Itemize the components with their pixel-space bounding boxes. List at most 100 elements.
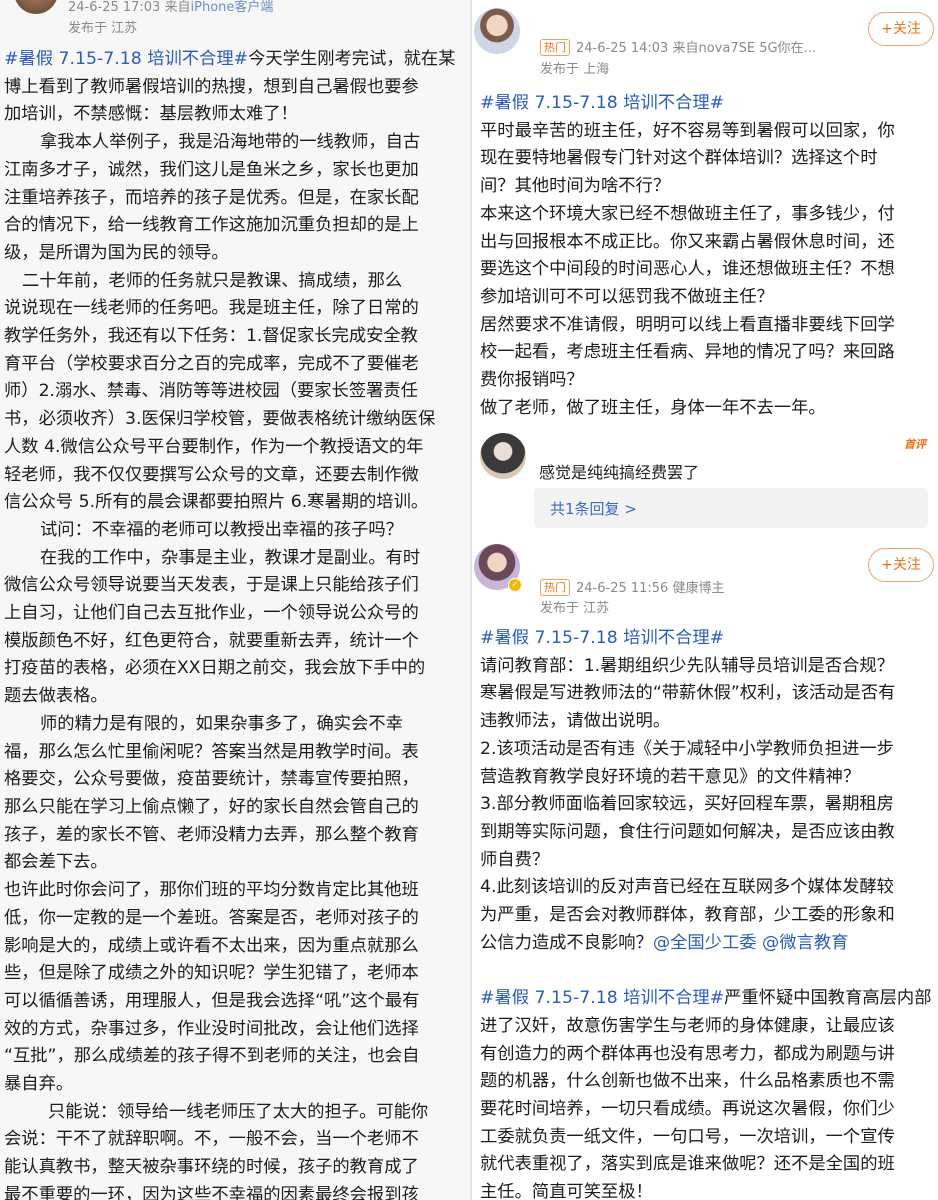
text-segment: 有创造力的两个群体再也没有思考力，都成为刷题与讲 <box>480 1043 895 1064</box>
text-line: 题去做表格。 <box>4 683 466 711</box>
post-location: 发布于 上海 <box>540 62 610 77</box>
text-segment: 违教师法，请做出说明。 <box>480 711 671 732</box>
text-segment: 上自习，让他们自己去互批作业，一个领导说公众号的 <box>4 603 419 624</box>
text-segment: “互批”，那么成绩差的孩子得不到老师的关注，也会自 <box>4 1046 420 1067</box>
text-line: 模版颜色不好，红色更符合，就要重新去弄，统计一个 <box>4 628 466 656</box>
text-line: 居然要求不准请假，明明可以线上看直播非要线下回学 <box>480 312 934 340</box>
text-line: 最不重要的一环，因为这些不幸福的因素最终会报到孩 <box>4 1182 466 1200</box>
avatar[interactable] <box>474 8 520 54</box>
text-line: 二十年前，老师的任务就只是教课、搞成绩，那么 <box>4 268 466 296</box>
text-line: 轻老师，我不仅仅要撰写公众号的文章，还要去制作微 <box>4 462 466 490</box>
text-line: 注重培养孩子，而培养的孩子是优秀。但是，在家长配 <box>4 185 466 213</box>
text-segment: 级，是所谓为国为民的领导。 <box>4 242 229 263</box>
text-segment: 严重怀疑中国教育高层内部 <box>724 988 932 1009</box>
text-segment: 就代表重视了，落实到底是谁来做呢？还不是全国的班 <box>480 1154 895 1175</box>
text-segment: 说说现在一线老师的任务吧。我是班主任，除了日常的 <box>4 298 419 319</box>
post-text: #暑假 7.15-7.18 培训不合理# 平时最辛苦的班主任，好不容易等到暑假可以… <box>480 90 934 422</box>
text-segment: 打疫苗的表格，必须在XX日期之前交，我会放下手中的 <box>4 658 426 679</box>
text-line: 低，你一定教的是一个差班。答案是否，老师对孩子的 <box>4 905 466 933</box>
avatar[interactable] <box>14 0 58 14</box>
text-line: 师自费？ <box>480 847 934 875</box>
text-segment: 模版颜色不好，红色更符合，就要重新去弄，统计一个 <box>4 630 419 651</box>
text-segment: 孩子，差的家长不管、老师没精力去弄，那么整个教育 <box>4 824 419 845</box>
topic-tag-link[interactable]: #暑假 7.15-7.18 培训不合理# <box>4 49 248 69</box>
text-segment: 那么只能在学习上偷点懒了，好的家长自然会管自己的 <box>4 796 419 817</box>
text-line: 格要交，公众号要做，疫苗要统计，禁毒宣传要拍照， <box>4 766 466 794</box>
text-line: 参加培训可不可以惩罚我不做班主任？ <box>480 284 934 312</box>
text-line: #暑假 7.15-7.18 培训不合理# <box>480 625 934 653</box>
topic-tag-link[interactable]: #暑假 7.15-7.18 培训不合理# <box>480 988 724 1008</box>
text-line: 影响是大的，成绩上或许看不太出来，因为重点就那么 <box>4 933 466 961</box>
text-segment: 合的情况下，给一线教育工作这施加沉重负担却的是上 <box>4 215 419 236</box>
text-segment: 微信公众号领导说要当天发表，于是课上只能给孩子们 <box>4 575 419 596</box>
text-line: 费你报销吗？ <box>480 367 934 395</box>
reply-box[interactable]: 共1条回复 > <box>534 488 928 528</box>
text-line: #暑假 7.15-7.18 培训不合理#严重怀疑中国教育高层内部 <box>480 985 934 1013</box>
text-line: 试问：不幸福的老师可以教授出幸福的孩子吗？ <box>4 517 466 545</box>
text-line: 孩子，差的家长不管、老师没精力去弄，那么整个教育 <box>4 822 466 850</box>
text-segment: 4.此刻该培训的反对声音已经在互联网多个媒体发酵较 <box>480 877 894 898</box>
text-line: 能认真教书，整天被杂事环绕的时候，孩子的教育成了 <box>4 1154 466 1182</box>
text-line: 进了汉奸，故意伤害学生与老师的身体健康，让最应该 <box>480 1013 934 1041</box>
text-segment: 教学任务外，我还有以下任务：1.督促家长完成安全教 <box>4 326 418 347</box>
text-segment: 现在要特地暑假专门针对这个群体培训？选择这个时 <box>480 148 878 169</box>
verified-icon: ✓ <box>508 578 522 592</box>
text-line: 请问教育部：1.暑期组织少先队辅导员培训是否合规？ <box>480 653 934 681</box>
text-line: 师的精力是有限的，如果杂事多了，确实会不幸 <box>4 711 466 739</box>
text-line: 都会差下去。 <box>4 849 466 877</box>
text-segment: 工委就负责一纸文件，一句口号，一次培训，一个宣传 <box>480 1126 895 1147</box>
mention-tag-link[interactable]: @全国少工委 @微言教育 <box>653 933 849 953</box>
text-line: 4.此刻该培训的反对声音已经在互联网多个媒体发酵较 <box>480 874 934 902</box>
text-line: 3.部分教师面临着回家较远，买好回程车票，暑期租房 <box>480 791 934 819</box>
text-line: 上自习，让他们自己去互批作业，一个领导说公众号的 <box>4 600 466 628</box>
text-line: 违教师法，请做出说明。 <box>480 708 934 736</box>
topic-tag-link[interactable]: #暑假 7.15-7.18 培训不合理# <box>480 93 724 113</box>
text-line: 寒暑假是写进教师法的“带薪休假”权利，该活动是否有 <box>480 680 934 708</box>
text-line: 人数 4.微信公众号平台要制作，作为一个教授语文的年 <box>4 434 466 462</box>
text-line: 江南多才子，诚然，我们这儿是鱼米之乡，家长也更加 <box>4 157 466 185</box>
left-post: 24-6-25 17:03 来自iPhone客户端 发布于 江苏 #暑假 7.1… <box>0 0 470 1200</box>
text-segment: 些，但是除了成绩之外的知识呢？学生犯错了，老师本 <box>4 963 419 984</box>
text-segment: 要选这个中间段的时间恶心人，谁还想做班主任？不想 <box>480 259 895 280</box>
text-line: 平时最辛苦的班主任，好不容易等到暑假可以回家，你 <box>480 118 934 146</box>
timestamp: 24-6-25 11:56 <box>576 581 669 596</box>
text-line: 那么只能在学习上偷点懒了，好的家长自然会管自己的 <box>4 794 466 822</box>
source-client: 健康博主 <box>672 581 725 596</box>
text-line: 有创造力的两个群体再也没有思考力，都成为刷题与讲 <box>480 1041 934 1069</box>
text-segment: 平时最辛苦的班主任，好不容易等到暑假可以回家，你 <box>480 120 895 141</box>
text-line: 加培训，不禁感慨：基层教师太难了！ <box>4 101 466 129</box>
text-segment: 江南多才子，诚然，我们这儿是鱼米之乡，家长也更加 <box>4 159 419 180</box>
text-line: 也许此时你会问了，那你们班的平均分数肯定比其他班 <box>4 877 466 905</box>
post-meta: 24-6-25 17:03 来自iPhone客户端 <box>68 0 273 15</box>
text-segment: 效的方式，杂事过多，作业没时间批改，会让他们选择 <box>4 1018 419 1039</box>
text-segment: 师的精力是有限的，如果杂事多了，确实会不幸 <box>40 713 403 734</box>
follow-button[interactable]: +关注 <box>868 12 934 46</box>
text-line: 书，必须收齐）3.医保归学校管，要做表格统计缴纳医保 <box>4 406 466 434</box>
text-line: 博上看到了教师暑假培训的热搜，想到自己暑假也要参 <box>4 74 466 102</box>
text-line: 本来这个环境大家已经不想做班主任了，事多钱少，付 <box>480 201 934 229</box>
text-segment: 3.部分教师面临着回家较远，买好回程车票，暑期租房 <box>480 794 894 815</box>
text-segment: 为严重，是否会对教师群体，教育部，少工委的形象和 <box>480 905 895 926</box>
text-line: 会说：干不了就辞职啊。不，一般不会，当一个老师不 <box>4 1126 466 1154</box>
text-line: 做了老师，做了班主任，身体一年不去一年。 <box>480 395 934 423</box>
topic-tag-link[interactable]: #暑假 7.15-7.18 培训不合理# <box>480 628 724 648</box>
text-segment: 2.该项活动是否有违《关于减轻中小学教师负担进一步 <box>480 738 894 759</box>
text-segment: 暴自弃。 <box>4 1074 74 1095</box>
text-line: 打疫苗的表格，必须在XX日期之前交，我会放下手中的 <box>4 655 466 683</box>
hot-badge: 热门 <box>540 579 570 596</box>
view-replies-link[interactable]: 共1条回复 > <box>550 498 637 519</box>
avatar[interactable] <box>480 433 526 479</box>
text-line: 2.该项活动是否有违《关于减轻中小学教师负担进一步 <box>480 736 934 764</box>
source-client[interactable]: iPhone客户端 <box>191 0 274 15</box>
text-segment: 低，你一定教的是一个差班。答案是否，老师对孩子的 <box>4 907 419 928</box>
text-segment: 书，必须收齐）3.医保归学校管，要做表格统计缴纳医保 <box>4 409 436 430</box>
text-segment: 居然要求不准请假，明明可以线上看直播非要线下回学 <box>480 314 895 335</box>
text-line: 暴自弃。 <box>4 1071 466 1099</box>
text-segment: 做了老师，做了班主任，身体一年不去一年。 <box>480 397 826 418</box>
text-segment: 可以循循善诱，用理服人，但是我会选择“吼”这个最有 <box>4 990 420 1011</box>
text-segment: 也许此时你会问了，那你们班的平均分数肯定比其他班 <box>4 880 419 901</box>
follow-button[interactable]: +关注 <box>868 548 934 582</box>
text-line: 工委就负责一纸文件，一句口号，一次培训，一个宣传 <box>480 1124 934 1152</box>
text-line: “互批”，那么成绩差的孩子得不到老师的关注，也会自 <box>4 1043 466 1071</box>
text-line: 拿我本人举例子，我是沿海地带的一线教师，自古 <box>4 129 466 157</box>
